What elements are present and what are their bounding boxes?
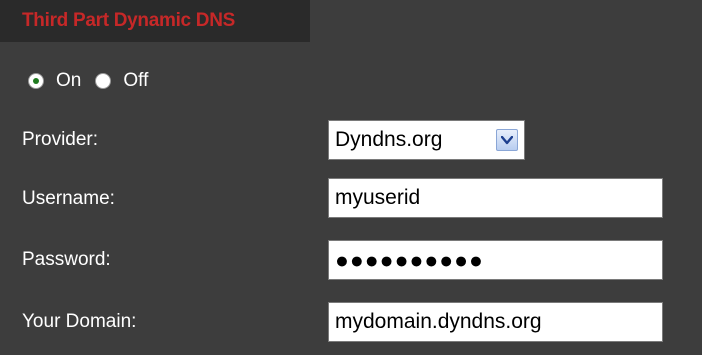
provider-label: Provider: (22, 129, 99, 150)
password-masked-value: ●●●●●●●●●● (335, 246, 484, 273)
username-label: Username: (22, 188, 115, 209)
dynamic-dns-panel: Third Part Dynamic DNS On Off Provider: … (0, 0, 702, 355)
provider-select[interactable]: Dyndns.org (328, 120, 525, 160)
section-title: Third Part Dynamic DNS (22, 10, 236, 31)
on-radio-label[interactable]: On (56, 70, 81, 92)
username-value: myuserid (335, 186, 421, 209)
on-radio[interactable] (28, 73, 44, 89)
off-radio[interactable] (95, 73, 112, 89)
ddns-toggle-group: On Off (28, 70, 162, 92)
username-input[interactable]: myuserid (328, 178, 663, 218)
domain-label: Your Domain: (22, 311, 137, 332)
password-input[interactable]: ●●●●●●●●●● (328, 240, 663, 280)
chevron-down-icon[interactable] (496, 129, 518, 151)
domain-value: mydomain.dyndns.org (335, 310, 542, 333)
off-radio-label[interactable]: Off (123, 70, 148, 92)
domain-input[interactable]: mydomain.dyndns.org (328, 302, 663, 342)
password-label: Password: (22, 249, 111, 270)
section-header: Third Part Dynamic DNS (0, 0, 310, 42)
provider-selected-value: Dyndns.org (335, 128, 443, 151)
